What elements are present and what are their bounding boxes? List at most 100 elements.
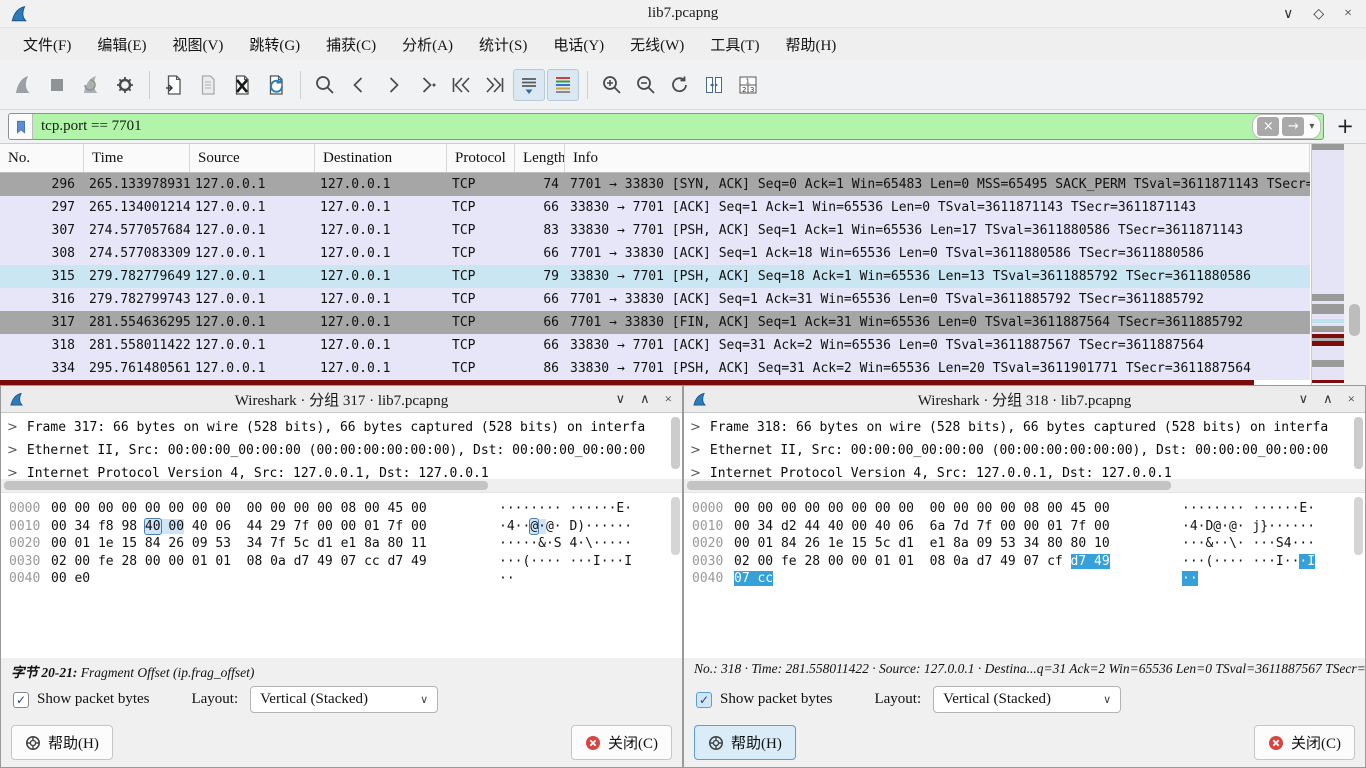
close-icon[interactable]: ×	[665, 391, 672, 407]
zoom-reset-button[interactable]	[664, 69, 696, 101]
expand-chevron-icon[interactable]: >	[690, 466, 701, 479]
packet-minimap[interactable]	[1311, 144, 1344, 385]
hex-row[interactable]: 003002 00 fe 28 00 00 01 01 08 0a d7 49 …	[9, 553, 682, 571]
hex-scrollbar-thumb[interactable]	[671, 497, 680, 555]
go-back-button[interactable]	[343, 69, 375, 101]
zoom-out-button[interactable]	[630, 69, 662, 101]
column-header-source[interactable]: Source	[190, 144, 315, 173]
scrollbar-thumb[interactable]	[4, 481, 488, 490]
resize-columns-button[interactable]	[698, 69, 730, 101]
minimize-icon[interactable]: ∨	[1283, 6, 1293, 23]
menu-item-c[interactable]: 捕获(C)	[313, 31, 389, 58]
hex-row[interactable]: 002000 01 84 26 1e 15 5c d1 e1 8a 09 53 …	[692, 535, 1365, 553]
go-forward-button[interactable]	[377, 69, 409, 101]
hex-scrollbar-thumb[interactable]	[1354, 497, 1363, 555]
hex-row[interactable]: 000000 00 00 00 00 00 00 00 00 00 00 00 …	[9, 500, 682, 518]
hex-row[interactable]: 003002 00 fe 28 00 00 01 01 08 0a d7 49 …	[692, 553, 1365, 571]
minimize-icon[interactable]: ∨	[616, 391, 626, 407]
scrollbar-thumb[interactable]	[1349, 304, 1360, 336]
tree-scrollbar-thumb[interactable]	[671, 417, 680, 469]
tree-row[interactable]: >Ethernet II, Src: 00:00:00_00:00:00 (00…	[7, 439, 668, 462]
menu-item-h[interactable]: 帮助(H)	[772, 31, 849, 58]
packet-detail-tree[interactable]: >Frame 317: 66 bytes on wire (528 bits),…	[1, 413, 682, 479]
close-dialog-button[interactable]: 关闭(C)	[1254, 725, 1355, 760]
auto-column-widths-button[interactable]: 123	[732, 69, 764, 101]
tree-row[interactable]: >Frame 318: 66 bytes on wire (528 bits),…	[690, 416, 1351, 439]
menu-item-w[interactable]: 无线(W)	[617, 31, 697, 58]
packet-row-316[interactable]: 316279.782799743127.0.0.1127.0.0.1TCP667…	[0, 288, 1310, 311]
capture-options-button[interactable]	[109, 69, 141, 101]
column-header-destination[interactable]: Destination	[315, 144, 447, 173]
hex-row[interactable]: 001000 34 d2 44 40 00 40 06 6a 7d 7f 00 …	[692, 518, 1365, 536]
show-packet-bytes-checkbox[interactable]: ✓Show packet bytes	[13, 691, 149, 708]
menu-item-y[interactable]: 电话(Y)	[540, 31, 617, 58]
packet-row-308[interactable]: 308274.577083309127.0.0.1127.0.0.1TCP667…	[0, 242, 1310, 265]
save-file-button[interactable]	[192, 69, 224, 101]
close-icon[interactable]: ×	[1344, 6, 1352, 22]
scrollbar-thumb[interactable]	[687, 481, 1171, 490]
go-to-packet-button[interactable]	[411, 69, 443, 101]
tree-row[interactable]: >Frame 317: 66 bytes on wire (528 bits),…	[7, 416, 668, 439]
reload-file-button[interactable]	[260, 69, 292, 101]
display-filter-field[interactable]: × → ▾	[8, 113, 1324, 140]
close-file-button[interactable]	[226, 69, 258, 101]
menu-item-g[interactable]: 跳转(G)	[236, 31, 313, 58]
stop-capture-button[interactable]	[41, 69, 73, 101]
menu-item-a[interactable]: 分析(A)	[389, 31, 466, 58]
hex-row[interactable]: 001000 34 f8 98 40 00 40 06 44 29 7f 00 …	[9, 518, 682, 536]
expand-chevron-icon[interactable]: >	[690, 443, 701, 458]
tree-row[interactable]: >Internet Protocol Version 4, Src: 127.0…	[690, 462, 1351, 479]
colorize-packets-button[interactable]	[547, 69, 579, 101]
start-capture-button[interactable]	[7, 69, 39, 101]
main-titlebar[interactable]: lib7.pcapng ∨ ◇ ×	[0, 0, 1366, 28]
hex-row[interactable]: 004007 cc··	[692, 570, 1365, 588]
filter-dropdown-caret[interactable]: ▾	[1307, 121, 1316, 132]
dialog-titlebar[interactable]: Wireshark · 分组 318 · lib7.pcapng∨∧×	[684, 386, 1365, 413]
column-header-info[interactable]: Info	[565, 144, 1310, 173]
close-dialog-button[interactable]: 关闭(C)	[571, 725, 672, 760]
open-file-button[interactable]	[158, 69, 190, 101]
horizontal-scrollbar[interactable]	[1, 479, 682, 492]
tree-row[interactable]: >Internet Protocol Version 4, Src: 127.0…	[7, 462, 668, 479]
go-last-packet-button[interactable]	[479, 69, 511, 101]
packet-row-296[interactable]: 296265.133978931127.0.0.1127.0.0.1TCP747…	[0, 173, 1310, 196]
column-header-length[interactable]: Length	[515, 144, 565, 173]
packet-bytes-pane[interactable]: 000000 00 00 00 00 00 00 00 00 00 00 00 …	[684, 492, 1365, 658]
filter-clear-button[interactable]: ×	[1257, 117, 1279, 136]
zoom-in-button[interactable]	[596, 69, 628, 101]
help-button[interactable]: 帮助(H)	[694, 725, 796, 760]
close-icon[interactable]: ×	[1348, 391, 1355, 407]
expand-chevron-icon[interactable]: >	[7, 466, 18, 479]
packet-row-334[interactable]: 334295.761480561127.0.0.1127.0.0.1TCP863…	[0, 357, 1310, 380]
menu-item-e[interactable]: 编辑(E)	[84, 31, 159, 58]
hex-row[interactable]: 000000 00 00 00 00 00 00 00 00 00 00 00 …	[692, 500, 1365, 518]
expand-chevron-icon[interactable]: >	[7, 443, 18, 458]
layout-select[interactable]: Vertical (Stacked)∨	[933, 686, 1121, 713]
packet-row-307[interactable]: 307274.577057684127.0.0.1127.0.0.1TCP833…	[0, 219, 1310, 242]
expand-chevron-icon[interactable]: >	[690, 420, 701, 435]
layout-select[interactable]: Vertical (Stacked)∨	[250, 686, 438, 713]
packet-row-317[interactable]: 317281.554636295127.0.0.1127.0.0.1TCP667…	[0, 311, 1310, 334]
filter-add-button[interactable]: +	[1324, 114, 1358, 140]
tree-scrollbar-thumb[interactable]	[1354, 417, 1363, 469]
go-first-packet-button[interactable]	[445, 69, 477, 101]
menu-item-t[interactable]: 工具(T)	[697, 31, 772, 58]
packet-list-scrollbar[interactable]	[1344, 144, 1366, 385]
menu-item-v[interactable]: 视图(V)	[160, 31, 237, 58]
dialog-titlebar[interactable]: Wireshark · 分组 317 · lib7.pcapng∨∧×	[1, 386, 682, 413]
tree-row[interactable]: >Ethernet II, Src: 00:00:00_00:00:00 (00…	[690, 439, 1351, 462]
filter-bookmark-icon[interactable]	[9, 114, 33, 139]
packet-row-315[interactable]: 315279.782779649127.0.0.1127.0.0.1TCP793…	[0, 265, 1310, 288]
horizontal-scrollbar[interactable]	[684, 479, 1365, 492]
display-filter-input[interactable]	[33, 118, 1252, 135]
maximize-icon[interactable]: ∧	[1323, 391, 1333, 407]
find-packet-button[interactable]	[309, 69, 341, 101]
menu-item-f[interactable]: 文件(F)	[10, 31, 84, 58]
filter-apply-button[interactable]: →	[1282, 117, 1304, 136]
menu-item-s[interactable]: 统计(S)	[466, 31, 540, 58]
maximize-icon[interactable]: ∧	[640, 391, 650, 407]
minimize-icon[interactable]: ∨	[1299, 391, 1309, 407]
packet-bytes-pane[interactable]: 000000 00 00 00 00 00 00 00 00 00 00 00 …	[1, 492, 682, 658]
maximize-icon[interactable]: ◇	[1313, 6, 1324, 23]
help-button[interactable]: 帮助(H)	[11, 725, 113, 760]
